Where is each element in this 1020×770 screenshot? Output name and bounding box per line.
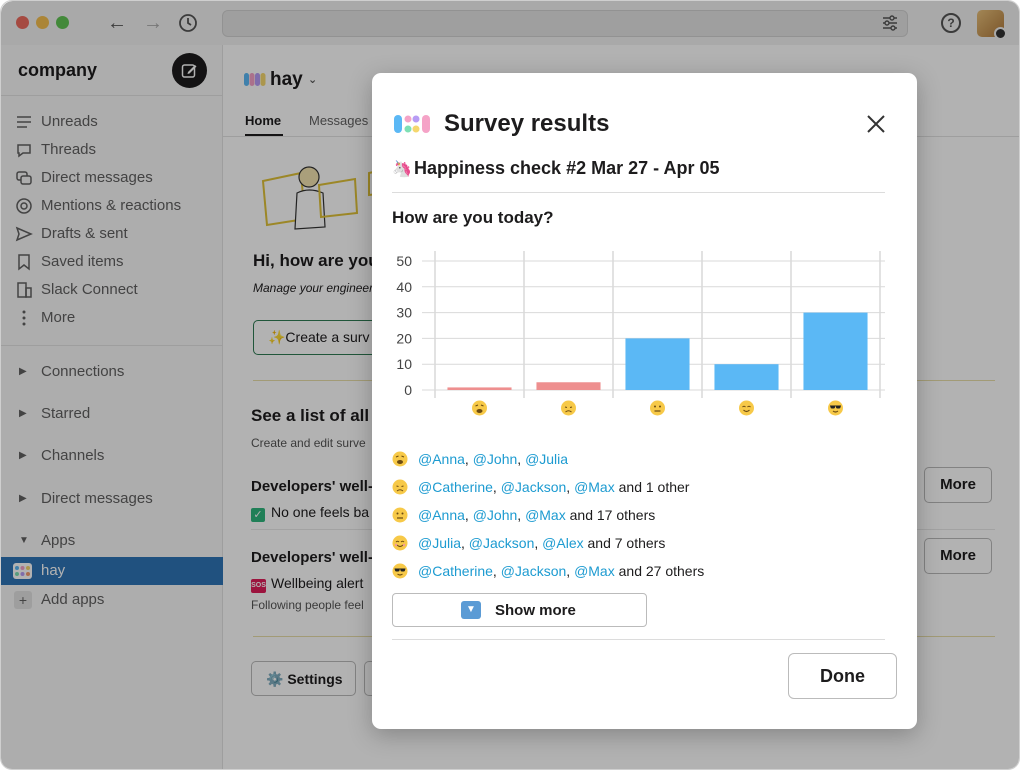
mention-link[interactable]: @Julia	[418, 535, 461, 551]
response-extra: and 27 others	[614, 563, 705, 579]
response-text: @Anna, @John, @Julia	[418, 451, 569, 467]
mention-link[interactable]: @Julia	[525, 451, 568, 467]
app-window: ← → ? company Unreads Threads Direct mes…	[0, 0, 1020, 770]
mention-link[interactable]: @Jackson	[469, 535, 535, 551]
mention-link[interactable]: @Max	[574, 563, 615, 579]
y-tick-label: 10	[396, 356, 412, 372]
mention-link[interactable]: @Jackson	[501, 479, 567, 495]
survey-subtitle-text: Happiness check #2 Mar 27 - Apr 05	[414, 158, 720, 178]
mention-link[interactable]: @Catherine	[418, 563, 493, 579]
disappointed-face-icon	[392, 479, 408, 495]
weary-face-icon	[392, 451, 408, 467]
survey-results-modal: Survey results 🦄 Happiness check #2 Mar 2…	[372, 73, 917, 729]
mention-link[interactable]: @Anna	[418, 451, 465, 467]
show-more-label: Show more	[495, 602, 576, 619]
neutral-face-icon	[392, 507, 408, 523]
response-text: @Anna, @John, @Max and 17 others	[418, 507, 656, 523]
y-tick-label: 50	[396, 253, 412, 269]
x-tick-label-smiling-face-icon	[739, 400, 754, 416]
down-arrow-icon: ▼	[461, 601, 481, 619]
unicorn-icon: 🦄	[392, 161, 412, 178]
mention-link[interactable]: @Max	[525, 507, 566, 523]
y-tick-label: 40	[396, 279, 412, 295]
survey-subtitle: 🦄 Happiness check #2 Mar 27 - Apr 05	[392, 158, 719, 179]
mention-link[interactable]: @John	[473, 451, 518, 467]
done-button[interactable]: Done	[788, 653, 897, 699]
response-text: @Catherine, @Jackson, @Max and 1 other	[418, 479, 690, 495]
hay-logo-icon	[394, 115, 430, 133]
survey-bar-chart: 0 10 20 30 40 50	[396, 251, 885, 416]
chart-bar	[714, 364, 779, 390]
sunglasses-face-icon	[392, 563, 408, 579]
modal-divider	[392, 192, 885, 193]
modal-title: Survey results	[444, 110, 610, 137]
response-text: @Julia, @Jackson, @Alex and 7 others	[418, 535, 666, 551]
chart-bar	[447, 387, 512, 390]
smiling-face-icon	[392, 535, 408, 551]
close-icon[interactable]	[865, 113, 887, 135]
survey-question: How are you today?	[392, 208, 554, 227]
chart-bar	[625, 338, 690, 390]
y-tick-label: 20	[396, 330, 412, 346]
show-more-button[interactable]: ▼ Show more	[392, 593, 647, 627]
y-tick-label: 0	[404, 382, 412, 398]
chart-bar	[803, 312, 868, 390]
response-extra: and 1 other	[614, 479, 690, 495]
mention-link[interactable]: @Jackson	[501, 563, 567, 579]
modal-divider	[392, 639, 885, 640]
y-tick-label: 30	[396, 305, 412, 321]
x-tick-label-sunglasses-face-icon	[828, 400, 843, 416]
mention-link[interactable]: @Alex	[542, 535, 583, 551]
x-tick-label-neutral-face-icon	[650, 400, 665, 416]
mention-link[interactable]: @Max	[574, 479, 615, 495]
mention-link[interactable]: @Catherine	[418, 479, 493, 495]
response-extra: and 17 others	[565, 507, 656, 523]
x-tick-label-weary-face-icon	[472, 400, 487, 416]
chart-bar	[536, 382, 601, 390]
mention-link[interactable]: @John	[473, 507, 518, 523]
mention-link[interactable]: @Anna	[418, 507, 465, 523]
response-extra: and 7 others	[583, 535, 666, 551]
response-text: @Catherine, @Jackson, @Max and 27 others	[418, 563, 705, 579]
x-tick-label-disappointed-face-icon	[561, 400, 576, 416]
